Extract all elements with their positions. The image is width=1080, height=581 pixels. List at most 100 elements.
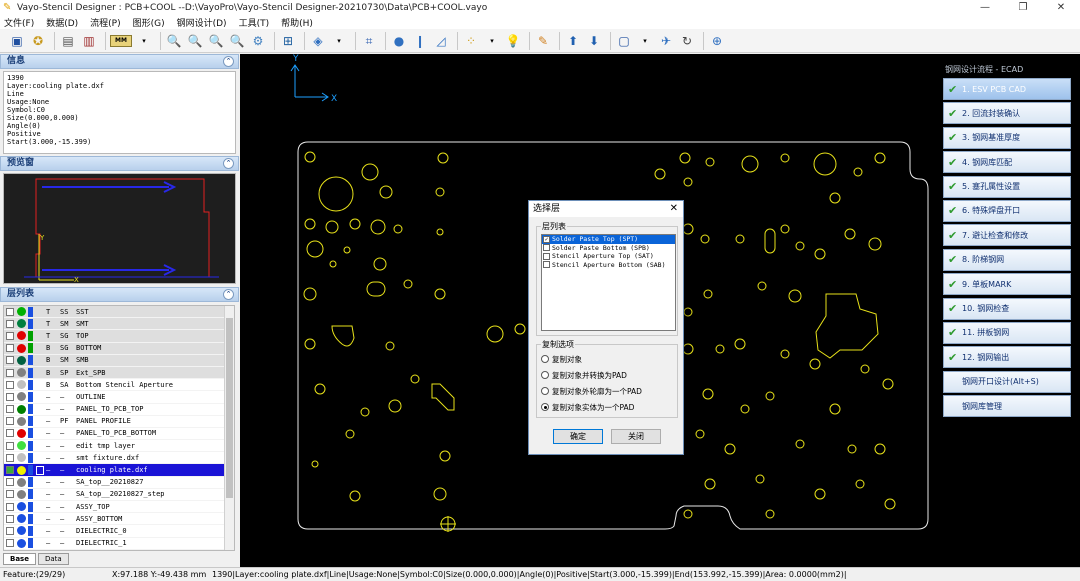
layer-row[interactable]: — — SA_top__20210827 (4, 477, 234, 489)
flow-step-1[interactable]: ✔ 1. ESV PCB CAD (943, 78, 1071, 100)
layer-fill-bar-icon[interactable] (28, 330, 33, 341)
layer-fill-bar-icon[interactable] (28, 452, 33, 463)
menu-graphics[interactable]: 图形(G) (133, 16, 165, 29)
dialog-layer-listbox[interactable]: ✓ Solder Paste Top (SPT) Solder Paste Bott… (541, 234, 676, 331)
layer-color-dot-icon[interactable] (17, 331, 26, 341)
flow-step-6[interactable]: ✔ 6. 特殊焊盘开口 (943, 199, 1071, 222)
settings-gear-icon[interactable]: ⚙ (249, 32, 267, 50)
zoom-out-icon[interactable]: 🔍 (186, 32, 204, 50)
menu-data[interactable]: 数据(D) (46, 16, 78, 29)
layer-color-dot-icon[interactable] (17, 392, 26, 402)
layer-visibility-checkbox[interactable] (6, 453, 14, 462)
layer-color-dot-icon[interactable] (17, 355, 26, 365)
layer-color-dot-icon[interactable] (17, 380, 26, 390)
layer-fill-bar-icon[interactable] (28, 513, 33, 524)
layer-color-dot-icon[interactable] (17, 319, 26, 329)
layer-visibility-checkbox[interactable] (6, 368, 14, 377)
layer-visibility-checkbox[interactable] (6, 380, 14, 389)
menu-process[interactable]: 流程(P) (90, 16, 120, 29)
layer-color-dot-icon[interactable] (17, 441, 26, 451)
wrench-icon[interactable]: ✈ (657, 32, 675, 50)
radio-button[interactable] (541, 371, 549, 379)
save-icon[interactable]: ▣ (8, 32, 26, 50)
zoom-in-icon[interactable]: 🔍 (165, 32, 183, 50)
preview-window[interactable]: Y X (3, 173, 236, 284)
layers-icon[interactable]: ◈ (309, 32, 327, 50)
layer-fill-bar-icon[interactable] (28, 440, 33, 451)
layer-lock-icon[interactable] (36, 380, 44, 389)
layer-visibility-checkbox[interactable] (6, 429, 14, 438)
layer-visibility-checkbox[interactable] (6, 478, 14, 487)
dropdown-arrow-icon[interactable]: ▾ (636, 32, 654, 50)
layer-color-dot-icon[interactable] (17, 343, 26, 353)
layer-row[interactable]: T SM SMT (4, 318, 234, 331)
ok-button[interactable]: 确定 (553, 429, 603, 444)
layer-fill-bar-icon[interactable] (28, 404, 33, 415)
arrow-down-icon[interactable]: ⬇ (585, 32, 603, 50)
layer-lock-icon[interactable] (36, 429, 44, 438)
layer-row[interactable]: T SS SST (4, 306, 234, 319)
copy-option-2[interactable]: 复制对象并转换为PAD (541, 369, 627, 381)
close-window-button[interactable]: ✕ (1042, 0, 1080, 15)
layer-checkbox[interactable] (543, 261, 550, 269)
layer-visibility-checkbox[interactable] (6, 344, 14, 353)
minimize-button[interactable]: — (966, 0, 1004, 15)
layer-fill-bar-icon[interactable] (28, 416, 33, 427)
bulb-icon[interactable]: 💡 (504, 32, 522, 50)
layer-fill-bar-icon[interactable] (28, 428, 33, 439)
layer-lock-icon[interactable] (36, 331, 44, 340)
layer-lock-icon[interactable] (36, 405, 44, 414)
layer-visibility-checkbox[interactable] (6, 514, 14, 523)
layer-lock-icon[interactable] (36, 368, 44, 377)
layer-fill-bar-icon[interactable] (28, 367, 33, 378)
measure-icon[interactable]: ◿ (432, 32, 450, 50)
flow-step-11[interactable]: ✔ 11. 拼板钢网 (943, 321, 1071, 344)
layer-row[interactable]: — PF PANEL PROFILE (4, 416, 234, 428)
layer-visibility-checkbox[interactable] (6, 502, 14, 511)
layer-list-scrollbar[interactable] (224, 306, 234, 550)
layer-fill-bar-icon[interactable] (28, 525, 33, 536)
layer-row[interactable]: — — PANEL_TO_PCB_TOP (4, 404, 234, 416)
layer-color-dot-icon[interactable] (17, 428, 26, 438)
layer-row[interactable]: — — ASSY_TOP (4, 501, 234, 514)
radio-button[interactable] (541, 403, 549, 411)
layer-row[interactable]: T SG TOP (4, 330, 234, 343)
layer-lock-icon[interactable] (36, 539, 44, 548)
layer-lock-icon[interactable] (36, 465, 44, 475)
layer-row[interactable]: — — edit tmp layer (4, 440, 234, 453)
layer-lock-icon[interactable] (36, 526, 44, 535)
layer-fill-bar-icon[interactable] (28, 306, 33, 317)
flow-step-2[interactable]: ✔ 2. 回流封装确认 (943, 102, 1071, 125)
print-icon[interactable]: ▤ (59, 32, 77, 50)
copy-option-3[interactable]: 复制对象外轮廓为一个PAD (541, 385, 642, 397)
layer-visibility-checkbox[interactable] (6, 319, 14, 328)
flow-step-7[interactable]: ✔ 7. 避让检查和修改 (943, 224, 1071, 247)
layer-fill-bar-icon[interactable] (28, 343, 33, 354)
layer-visibility-checkbox[interactable] (6, 405, 14, 414)
layer-lock-icon[interactable] (36, 307, 44, 316)
collapse-icon[interactable]: ⌃ (223, 158, 234, 169)
dialog-layer-item[interactable]: Stencil Aperture Top (SAT) (542, 252, 675, 261)
menu-stencil-design[interactable]: 钢网设计(D) (177, 16, 227, 29)
layer-row[interactable]: — — DIELECTRIC_0 (4, 525, 234, 538)
flow-step-12[interactable]: ✔ 12. 钢网输出 (943, 346, 1071, 369)
layer-lock-icon[interactable] (36, 392, 44, 401)
layer-color-dot-icon[interactable] (17, 465, 26, 475)
layer-visibility-checkbox[interactable] (6, 331, 14, 340)
open-folder-icon[interactable]: ✪ (29, 32, 47, 50)
close-dialog-button[interactable]: 关闭 (611, 429, 661, 444)
radio-button[interactable] (541, 355, 549, 363)
report-icon[interactable]: ▥ (80, 32, 98, 50)
layer-color-dot-icon[interactable] (17, 404, 26, 414)
rectangle-icon[interactable]: ▢ (615, 32, 633, 50)
maximize-button[interactable]: ❐ (1004, 0, 1042, 15)
layer-row[interactable]: — — OUTLINE (4, 391, 234, 404)
close-icon[interactable]: ✕ (670, 201, 678, 217)
dialog-layer-item[interactable]: Solder Paste Bottom (SPB) (542, 244, 675, 253)
layer-row[interactable]: B SM SMB (4, 354, 234, 367)
arrow-up-icon[interactable]: ⬆ (564, 32, 582, 50)
crosshair-icon[interactable]: ⊕ (708, 32, 726, 50)
layer-checkbox[interactable] (543, 244, 550, 252)
flow-step-9[interactable]: ✔ 9. 单板MARK (943, 273, 1071, 296)
pencil-icon[interactable]: ✎ (534, 32, 552, 50)
